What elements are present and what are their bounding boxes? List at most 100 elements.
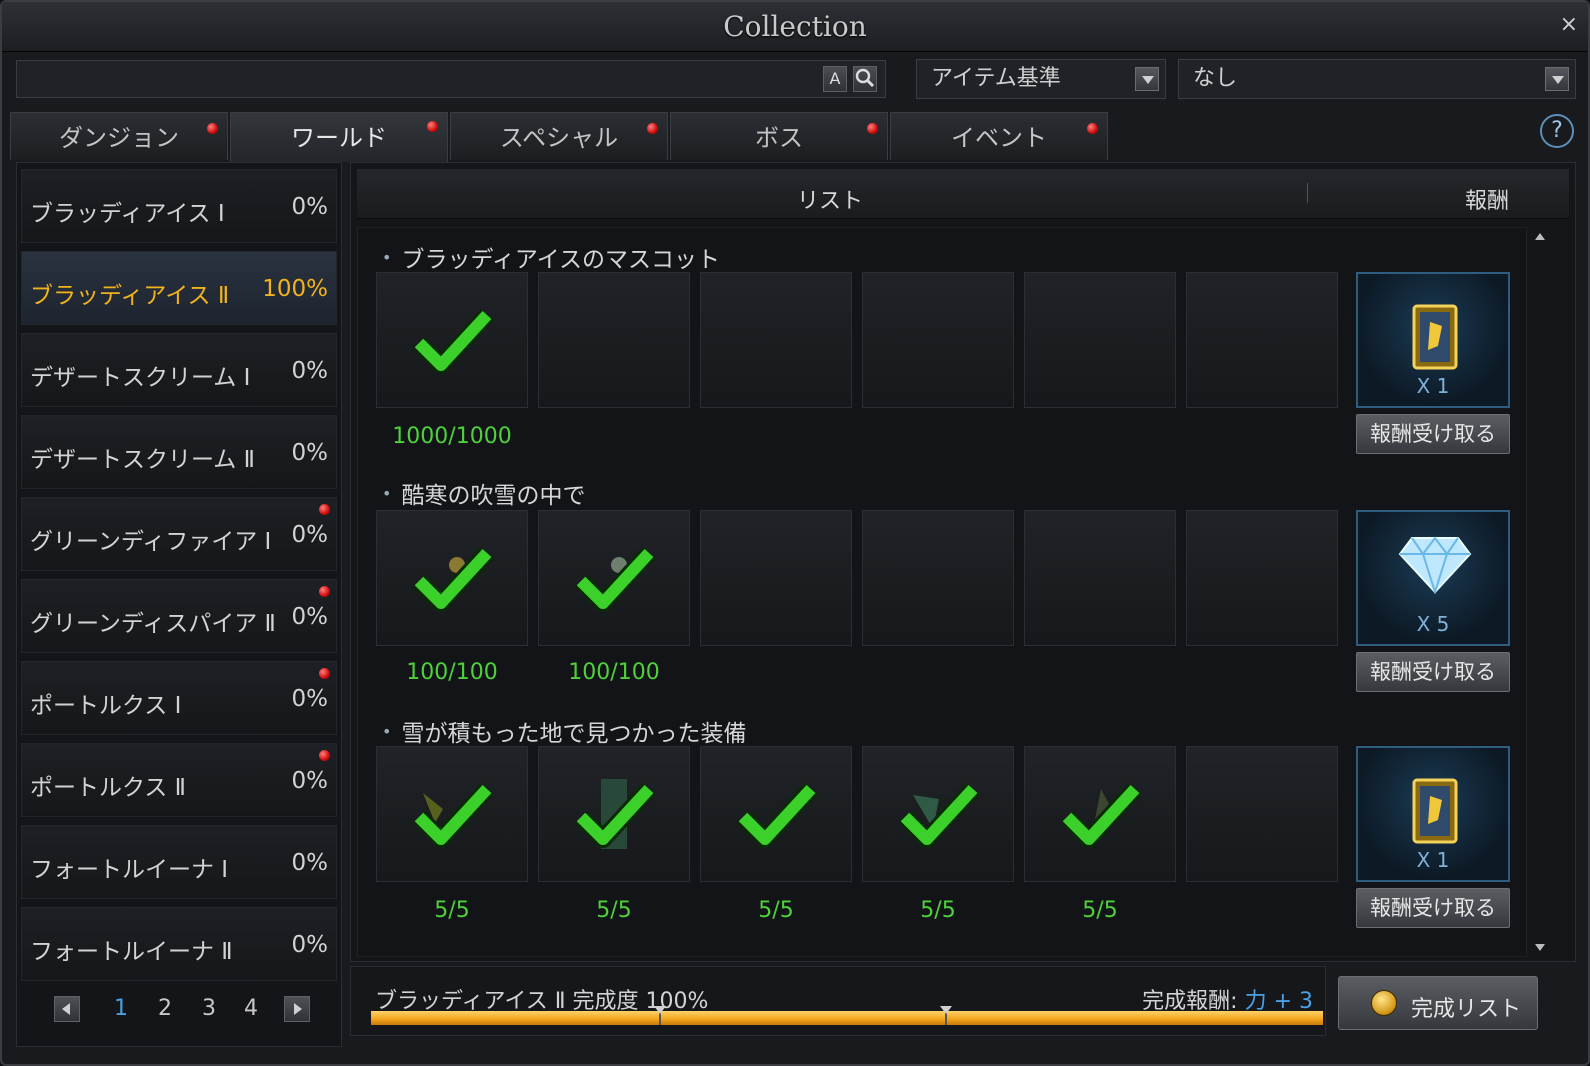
chevron-down-icon[interactable] bbox=[1135, 67, 1159, 91]
list-item-name: フォートルイーナ Ⅰ bbox=[30, 857, 229, 883]
item-slot[interactable] bbox=[376, 510, 528, 646]
scrollbar[interactable] bbox=[1533, 227, 1547, 957]
diamond-icon bbox=[1398, 536, 1472, 594]
item-slot-empty bbox=[1186, 272, 1338, 408]
list-item[interactable]: ブラッディアイス Ⅱ 100% bbox=[21, 251, 337, 325]
list-item-name: デザートスクリーム Ⅱ bbox=[30, 447, 255, 473]
sort-dropdown[interactable]: アイテム基準 bbox=[916, 59, 1166, 99]
milestone-marker-icon bbox=[654, 1006, 666, 1014]
search-input[interactable]: A bbox=[16, 60, 886, 98]
chevron-down-icon[interactable] bbox=[1545, 67, 1569, 91]
item-count: 5/5 bbox=[920, 898, 956, 923]
tab-special[interactable]: スペシャル bbox=[450, 112, 668, 160]
list-item-name: ブラッディアイス Ⅰ bbox=[30, 201, 225, 227]
list-item-percent: 0% bbox=[291, 194, 329, 220]
complete-list-button[interactable]: 完成リスト bbox=[1338, 976, 1538, 1030]
list-item-percent: 0% bbox=[291, 686, 329, 712]
item-slot-empty bbox=[700, 510, 852, 646]
item-count: 5/5 bbox=[758, 898, 794, 923]
list-item[interactable]: デザートスクリーム Ⅱ 0% bbox=[21, 415, 337, 489]
list-item[interactable]: ブラッディアイス Ⅰ 0% bbox=[21, 169, 337, 243]
list-column-header: リスト bbox=[797, 189, 864, 214]
scroll-down-icon[interactable] bbox=[1535, 944, 1545, 951]
item-slot[interactable] bbox=[376, 746, 528, 882]
next-page-button[interactable] bbox=[284, 996, 310, 1022]
reward-slot[interactable]: X 1 bbox=[1356, 272, 1510, 408]
sort-dropdown-value: アイテム基準 bbox=[931, 66, 1061, 91]
completion-progress-bar bbox=[371, 1006, 1323, 1025]
reward-quantity: X 1 bbox=[1416, 848, 1450, 872]
pagination: 1 2 3 4 bbox=[38, 990, 310, 1030]
checkmark-icon bbox=[413, 308, 493, 374]
item-slot[interactable] bbox=[538, 746, 690, 882]
list-item[interactable]: ポートルクス Ⅰ 0% bbox=[21, 661, 337, 735]
page-4[interactable]: 4 bbox=[244, 996, 258, 1021]
list-item-percent: 0% bbox=[291, 768, 329, 794]
item-slot-empty bbox=[862, 272, 1014, 408]
collection-content[interactable]: ブラッディアイスのマスコット 1000/1000 X 1 報酬受け取る 酷寒の吹… bbox=[357, 227, 1527, 957]
list-item[interactable]: デザートスクリーム Ⅰ 0% bbox=[21, 333, 337, 407]
completion-footer: ブラッディアイス Ⅱ 完成度 100% 完成報酬: 力 + 3 bbox=[350, 966, 1326, 1036]
card-icon bbox=[1412, 304, 1458, 370]
reward-slot[interactable]: X 1 bbox=[1356, 746, 1510, 882]
list-item-percent: 100% bbox=[262, 276, 328, 302]
page-3[interactable]: 3 bbox=[202, 996, 216, 1021]
alert-dot bbox=[867, 123, 878, 134]
category-dropdown[interactable]: なし bbox=[1178, 59, 1576, 99]
list-item-name: グリーンディスパイア Ⅱ bbox=[30, 611, 276, 637]
list-item-percent: 0% bbox=[291, 604, 329, 630]
list-item-percent: 0% bbox=[291, 440, 329, 466]
help-icon[interactable]: ? bbox=[1540, 114, 1574, 148]
tab-dungeon[interactable]: ダンジョン bbox=[10, 112, 228, 160]
list-item[interactable]: ポートルクス Ⅱ 0% bbox=[21, 743, 337, 817]
prev-page-button[interactable] bbox=[54, 996, 80, 1022]
section-title: 酷寒の吹雪の中で bbox=[382, 476, 585, 510]
reward-quantity: X 5 bbox=[1416, 612, 1450, 636]
list-item-percent: 0% bbox=[291, 358, 329, 384]
item-slot-empty bbox=[700, 272, 852, 408]
alert-dot bbox=[319, 668, 330, 679]
tab-label: ワールド bbox=[291, 124, 387, 152]
header-divider bbox=[1307, 183, 1308, 203]
alert-dot bbox=[647, 123, 658, 134]
window-title: Collection bbox=[723, 10, 867, 43]
complete-list-label: 完成リスト bbox=[1411, 997, 1522, 1022]
list-item-percent: 0% bbox=[291, 522, 329, 548]
reward-slot[interactable]: X 5 bbox=[1356, 510, 1510, 646]
item-slot[interactable] bbox=[862, 746, 1014, 882]
title-bar[interactable]: Collection × bbox=[2, 2, 1588, 52]
item-slot[interactable] bbox=[1024, 746, 1176, 882]
list-item-name: ポートルクス Ⅰ bbox=[30, 693, 182, 719]
checkmark-icon bbox=[575, 546, 655, 612]
page-1[interactable]: 1 bbox=[114, 996, 128, 1021]
item-count: 5/5 bbox=[434, 898, 470, 923]
item-slot-empty bbox=[862, 510, 1014, 646]
list-item[interactable]: フォートルイーナ Ⅱ 0% bbox=[21, 907, 337, 981]
list-item[interactable]: フォートルイーナ Ⅰ 0% bbox=[21, 825, 337, 899]
tab-world[interactable]: ワールド bbox=[230, 112, 448, 162]
close-icon[interactable]: × bbox=[1560, 12, 1578, 37]
checkmark-icon bbox=[413, 782, 493, 848]
a-toggle-button[interactable]: A bbox=[823, 66, 847, 92]
tab-label: スペシャル bbox=[499, 124, 619, 152]
checkmark-icon bbox=[575, 779, 655, 849]
completion-progress-fill bbox=[371, 1011, 1323, 1025]
item-slot-empty bbox=[1186, 746, 1338, 882]
claim-reward-button[interactable]: 報酬受け取る bbox=[1356, 888, 1510, 928]
item-slot-empty bbox=[1186, 510, 1338, 646]
tab-boss[interactable]: ボス bbox=[670, 112, 888, 160]
list-item[interactable]: グリーンディスパイア Ⅱ 0% bbox=[21, 579, 337, 653]
list-item-name: グリーンディファイア Ⅰ bbox=[30, 529, 272, 555]
alert-dot bbox=[319, 586, 330, 597]
item-slot[interactable] bbox=[376, 272, 528, 408]
search-icon[interactable] bbox=[853, 66, 877, 92]
page-2[interactable]: 2 bbox=[158, 996, 172, 1021]
item-slot[interactable] bbox=[538, 510, 690, 646]
tab-event[interactable]: イベント bbox=[890, 112, 1108, 160]
claim-reward-button[interactable]: 報酬受け取る bbox=[1356, 652, 1510, 692]
claim-reward-button[interactable]: 報酬受け取る bbox=[1356, 414, 1510, 454]
scroll-up-icon[interactable] bbox=[1535, 233, 1545, 240]
list-item-name: フォートルイーナ Ⅱ bbox=[30, 939, 233, 965]
item-slot[interactable] bbox=[700, 746, 852, 882]
list-item[interactable]: グリーンディファイア Ⅰ 0% bbox=[21, 497, 337, 571]
